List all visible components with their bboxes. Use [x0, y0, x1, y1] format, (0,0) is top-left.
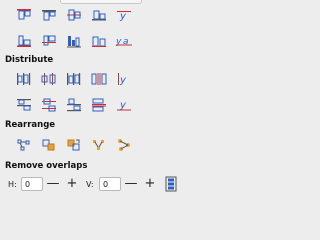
- align-top-to-anchor-button[interactable]: [14, 6, 34, 24]
- svg-text:y: y: [119, 100, 127, 111]
- distribute-centers-horizontal-button[interactable]: [39, 70, 59, 88]
- distribute-text-baselines-horizontal-icon: y: [116, 72, 132, 86]
- align-bottom-to-top-button[interactable]: [39, 32, 59, 50]
- align-text-baseline-ya-button[interactable]: ya: [114, 32, 134, 50]
- unclump-icon: [116, 138, 132, 152]
- remove-overlaps-heading: Remove overlaps: [5, 161, 88, 171]
- distribute-bottom-edges-icon: [66, 98, 82, 112]
- vertical-gap-label: V:: [86, 180, 94, 189]
- distribute-heading: Distribute: [5, 55, 54, 65]
- distribute-centers-horizontal-icon: [41, 72, 57, 86]
- svg-text:y: y: [119, 11, 127, 22]
- exchange-positions-zorder-icon: [66, 138, 82, 152]
- distribute-gaps-vertical-button[interactable]: [89, 96, 109, 114]
- horizontal-gap-field[interactable]: 0: [21, 177, 43, 191]
- randomize-positions-button[interactable]: [14, 136, 34, 154]
- align-top-edges-icon: [41, 8, 57, 22]
- arrange-graph-icon: [91, 138, 107, 152]
- distribute-right-edges-button[interactable]: [64, 70, 84, 88]
- exchange-positions-icon: [41, 138, 57, 152]
- align-top-edges-button[interactable]: [39, 6, 59, 24]
- distribute-right-edges-icon: [66, 72, 82, 86]
- distribute-gaps-horizontal-icon: [91, 72, 107, 86]
- align-text-baseline-ya-icon: ya: [115, 34, 133, 48]
- distribute-centers-vertical-button[interactable]: [39, 96, 59, 114]
- distribute-text-baselines-vertical-icon: y: [116, 98, 132, 112]
- horizontal-gap-decrement-button[interactable]: —: [46, 177, 60, 191]
- distribute-left-edges-button[interactable]: [14, 70, 34, 88]
- horizontal-gap-increment-button[interactable]: +: [65, 177, 79, 191]
- align-bottom-to-top-icon: [41, 34, 57, 48]
- align-bottom-to-anchor-icon: [16, 34, 32, 48]
- distribute-left-edges-icon: [16, 72, 32, 86]
- align-text-anchors-icon: [91, 34, 107, 48]
- rearrange-heading: Rearrange: [5, 120, 56, 130]
- align-text-baselines-icon: y: [116, 8, 132, 22]
- unclump-button[interactable]: [114, 136, 134, 154]
- randomize-positions-icon: [16, 138, 32, 152]
- distribute-gaps-vertical-icon: [91, 98, 107, 112]
- exchange-positions-button[interactable]: [39, 136, 59, 154]
- center-horizontal-axis-button[interactable]: [64, 6, 84, 24]
- align-bottom-edges-icon: [91, 8, 107, 22]
- align-text-baselines-button[interactable]: y: [114, 6, 134, 24]
- vertical-gap-increment-button[interactable]: +: [143, 177, 157, 191]
- align-baseline-left-icon: [66, 34, 82, 48]
- distribute-gaps-horizontal-button[interactable]: [89, 70, 109, 88]
- distribute-top-edges-icon: [16, 98, 32, 112]
- distribute-top-edges-button[interactable]: [14, 96, 34, 114]
- remove-overlaps-icon: [164, 176, 178, 192]
- horizontal-gap-label: H:: [8, 180, 17, 189]
- vertical-gap-field[interactable]: 0: [99, 177, 121, 191]
- top-toolbar-edge: [60, 0, 142, 4]
- align-text-anchors-button[interactable]: [89, 32, 109, 50]
- vertical-gap-decrement-button[interactable]: —: [124, 177, 138, 191]
- distribute-text-baselines-horizontal-button[interactable]: y: [114, 70, 134, 88]
- arrange-graph-button[interactable]: [89, 136, 109, 154]
- exchange-positions-zorder-button[interactable]: [64, 136, 84, 154]
- remove-overlaps-button[interactable]: [161, 175, 181, 193]
- distribute-bottom-edges-button[interactable]: [64, 96, 84, 114]
- distribute-text-baselines-vertical-button[interactable]: y: [114, 96, 134, 114]
- center-horizontal-axis-icon: [66, 8, 82, 22]
- align-top-to-anchor-icon: [16, 8, 32, 22]
- align-bottom-edges-button[interactable]: [89, 6, 109, 24]
- align-baseline-left-button[interactable]: [64, 32, 84, 50]
- align-bottom-to-anchor-button[interactable]: [14, 32, 34, 50]
- distribute-centers-vertical-icon: [41, 98, 57, 112]
- svg-text:y: y: [119, 75, 127, 86]
